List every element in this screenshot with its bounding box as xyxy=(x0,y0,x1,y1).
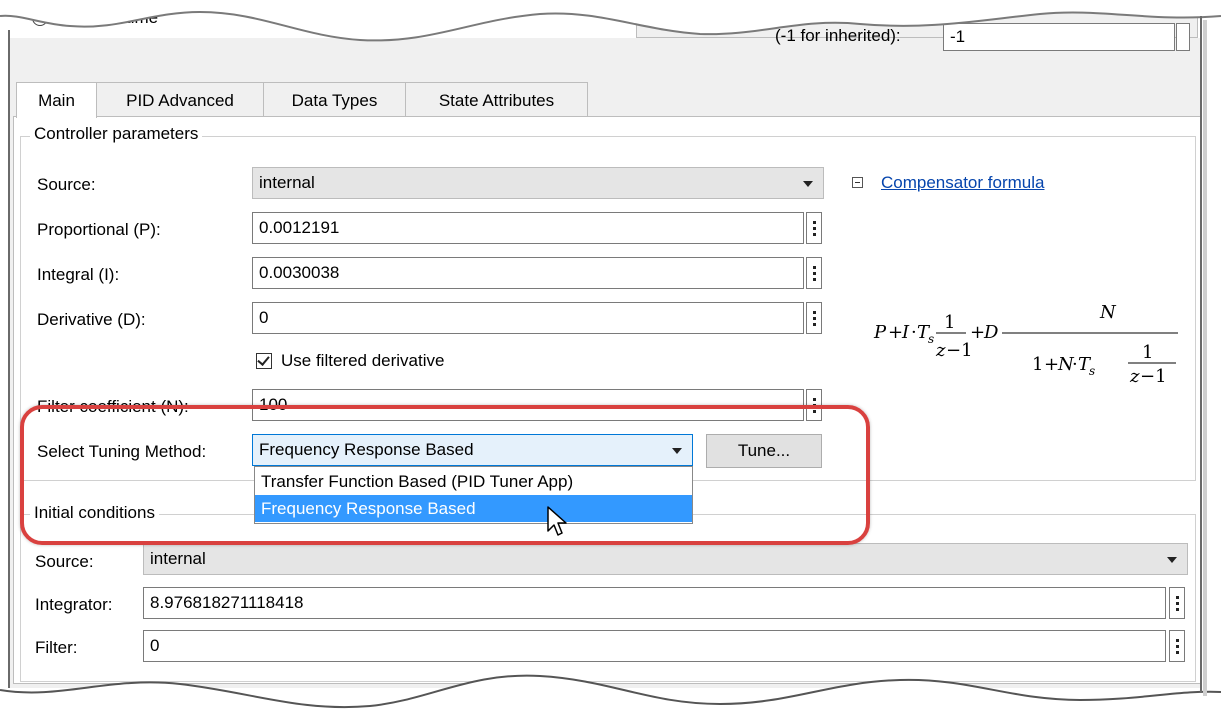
svg-text:1: 1 xyxy=(944,312,955,333)
integral-options-button[interactable] xyxy=(806,257,822,289)
svg-text:I: I xyxy=(901,322,910,343)
collapse-icon[interactable] xyxy=(852,177,863,188)
use-filtered-derivative-checkbox[interactable] xyxy=(256,353,272,369)
chevron-down-icon xyxy=(803,181,813,187)
tab-pid-advanced[interactable]: PID Advanced xyxy=(96,82,264,117)
mouse-cursor-icon xyxy=(547,506,567,536)
integral-input[interactable]: 0.0030038 xyxy=(252,257,804,289)
proportional-input[interactable]: 0.0012191 xyxy=(252,212,804,244)
svg-text:+: + xyxy=(1044,354,1059,375)
svg-text:1: 1 xyxy=(1032,354,1043,375)
tuning-method-highlight xyxy=(20,405,870,545)
proportional-label: Proportional (P): xyxy=(37,220,161,239)
tab-state-attributes[interactable]: State Attributes xyxy=(405,82,588,117)
svg-text:P: P xyxy=(873,322,887,343)
ic-source-value: internal xyxy=(150,549,206,568)
discrete-time-radio[interactable] xyxy=(32,10,48,26)
source-label: Source: xyxy=(37,175,96,194)
derivative-input[interactable]: 0 xyxy=(252,302,804,334)
svg-text:−1: −1 xyxy=(1140,366,1167,385)
svg-text:s: s xyxy=(1089,364,1095,378)
chevron-down-icon xyxy=(1167,557,1177,563)
filter-input[interactable]: 0 xyxy=(143,630,1166,662)
svg-text:+: + xyxy=(888,322,903,343)
svg-text:·: · xyxy=(1072,354,1078,375)
compensator-formula: P + I · T s 1 z −1 + D N 1 + N · T s 1 z… xyxy=(872,300,1182,390)
use-filtered-derivative-label: Use filtered derivative xyxy=(281,351,445,370)
integral-label: Integral (I): xyxy=(37,265,120,284)
sample-time-options-button[interactable] xyxy=(1176,23,1190,51)
filter-options-button[interactable] xyxy=(1169,630,1185,662)
svg-text:z: z xyxy=(1129,366,1140,385)
source-dropdown-value: internal xyxy=(259,173,315,192)
sample-time-label: (-1 for inherited): xyxy=(775,26,901,45)
svg-text:·: · xyxy=(911,322,917,343)
svg-text:1: 1 xyxy=(1142,342,1153,363)
derivative-label: Derivative (D): xyxy=(37,310,146,329)
svg-text:−1: −1 xyxy=(946,340,973,361)
svg-text:s: s xyxy=(928,332,934,346)
ic-source-label: Source: xyxy=(35,552,94,571)
tab-data-types[interactable]: Data Types xyxy=(263,82,406,117)
svg-text:+: + xyxy=(970,322,985,343)
source-dropdown[interactable]: internal xyxy=(252,167,824,199)
integrator-label: Integrator: xyxy=(35,595,113,614)
ic-source-dropdown[interactable]: internal xyxy=(143,543,1188,575)
proportional-options-button[interactable] xyxy=(806,212,822,244)
derivative-options-button[interactable] xyxy=(806,302,822,334)
controller-parameters-title: Controller parameters xyxy=(30,124,203,144)
sample-time-input[interactable]: -1 xyxy=(943,23,1175,51)
tab-main[interactable]: Main xyxy=(16,82,97,118)
filter-label: Filter: xyxy=(35,638,78,657)
svg-text:D: D xyxy=(983,322,999,343)
discrete-time-label: Discrete-time xyxy=(58,8,159,27)
integrator-input[interactable]: 8.976818271118418 xyxy=(143,587,1166,619)
formula-graphic: P + I · T s 1 z −1 + D N 1 + N · T s 1 z… xyxy=(873,302,1178,387)
compensator-formula-link[interactable]: Compensator formula xyxy=(881,173,1044,193)
integrator-options-button[interactable] xyxy=(1169,587,1185,619)
svg-text:N: N xyxy=(1099,302,1117,323)
svg-text:z: z xyxy=(935,340,946,361)
